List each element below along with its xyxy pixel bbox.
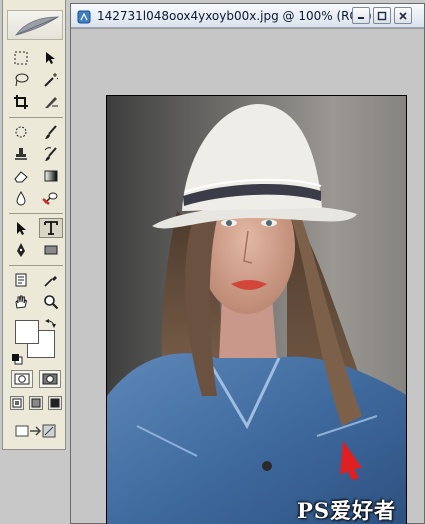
history-brush-tool-icon[interactable] <box>39 144 63 164</box>
blur-tool-icon[interactable] <box>9 188 33 208</box>
notes-tool-icon[interactable] <box>9 270 33 290</box>
foreground-color-swatch[interactable] <box>15 320 39 344</box>
watermark-text: PS爱好者 <box>297 498 396 523</box>
color-swatches <box>11 312 61 365</box>
crop-tool-icon[interactable] <box>9 92 33 112</box>
toolbox-divider <box>9 213 63 214</box>
clone-stamp-tool-icon[interactable] <box>9 144 33 164</box>
toolbox-panel <box>2 0 66 450</box>
document-title-bar[interactable]: 142731l048oox4yxoyb00x.jpg @ 100% (RGB) <box>71 4 424 28</box>
eraser-tool-icon[interactable] <box>9 166 33 186</box>
tool-grid <box>9 48 63 314</box>
screen-mode-row <box>10 396 62 410</box>
standard-screen-mode-icon[interactable] <box>10 396 24 410</box>
pen-tool-icon[interactable] <box>9 240 33 260</box>
photoshop-workspace: 142731l048oox4yxoyb00x.jpg @ 100% (RGB) <box>0 0 425 524</box>
toolbox-divider <box>9 117 63 118</box>
rectangle-tool-icon[interactable] <box>39 240 63 260</box>
default-colors-icon[interactable] <box>11 350 23 369</box>
full-screen-menu-mode-icon[interactable] <box>29 396 43 410</box>
maximize-button[interactable] <box>373 7 391 24</box>
standard-mode-button[interactable] <box>11 370 33 388</box>
toolbox-divider <box>9 265 63 266</box>
swap-colors-icon[interactable] <box>45 314 57 333</box>
type-tool-icon[interactable] <box>39 218 63 238</box>
close-button[interactable] <box>394 7 412 24</box>
path-selection-tool-icon[interactable] <box>9 218 33 238</box>
adobe-feather-logo[interactable] <box>7 10 63 40</box>
healing-brush-tool-icon[interactable] <box>9 122 33 142</box>
minimize-button[interactable] <box>352 7 370 24</box>
portrait-photo <box>107 96 406 524</box>
zoom-tool-icon[interactable] <box>39 292 63 312</box>
photo-canvas[interactable]: PS爱好者 <box>106 95 407 524</box>
document-title: 142731l048oox4yxoyb00x.jpg @ 100% (RGB) <box>97 9 372 23</box>
slice-tool-icon[interactable] <box>39 92 63 112</box>
gradient-tool-icon[interactable] <box>39 166 63 186</box>
eyedropper-tool-icon[interactable] <box>39 270 63 290</box>
brush-tool-icon[interactable] <box>39 122 63 142</box>
document-icon <box>77 9 91 24</box>
full-screen-mode-icon[interactable] <box>48 396 62 410</box>
quick-mask-mode-button[interactable] <box>39 370 61 388</box>
dodge-tool-icon[interactable] <box>39 188 63 208</box>
edit-mode-row <box>11 370 61 388</box>
marquee-tool-icon[interactable] <box>9 48 33 68</box>
canvas-area[interactable]: PS爱好者 <box>71 29 424 524</box>
hand-tool-icon[interactable] <box>9 292 33 312</box>
document-window: 142731l048oox4yxoyb00x.jpg @ 100% (RGB) <box>70 3 425 524</box>
lasso-tool-icon[interactable] <box>9 70 33 90</box>
magic-wand-tool-icon[interactable] <box>39 70 63 90</box>
jump-to-imageready-button[interactable] <box>11 422 61 440</box>
move-tool-icon[interactable] <box>39 48 63 68</box>
